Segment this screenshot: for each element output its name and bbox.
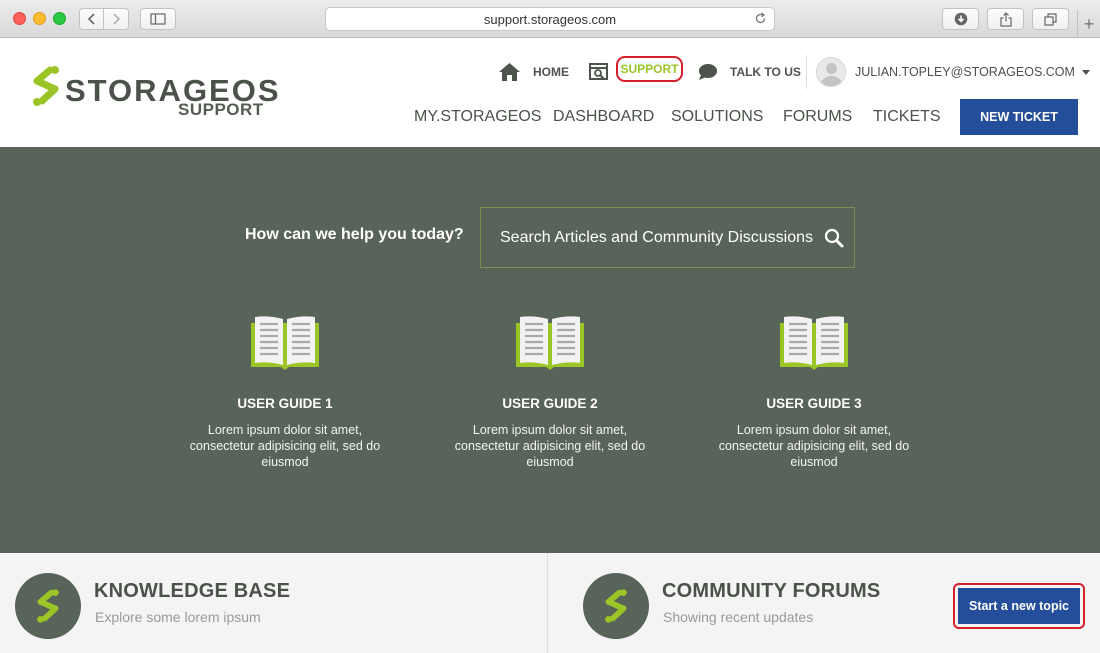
sidebar-icon <box>150 13 166 25</box>
sidebar-button[interactable] <box>140 8 176 30</box>
nav-support[interactable]: SUPPORT <box>616 56 683 82</box>
guide-description: Lorem ipsum dolor sit amet, consectetur … <box>454 423 646 469</box>
browser-toolbar: support.storageos.com + <box>0 0 1100 38</box>
reload-button[interactable] <box>754 12 767 28</box>
search-box[interactable]: Search Articles and Community Discussion… <box>480 207 855 268</box>
nav-dashboard[interactable]: DASHBOARD <box>553 108 654 126</box>
start-new-topic-button[interactable]: Start a new topic <box>958 588 1080 624</box>
bottom-panels: KNOWLEDGE BASE Explore some lorem ipsum … <box>0 553 1100 653</box>
book-icon <box>251 316 319 370</box>
zoom-window-button[interactable] <box>53 12 66 25</box>
nav-tickets[interactable]: TICKETS <box>873 108 941 126</box>
nav-talk-to-us[interactable]: TALK TO US <box>698 60 801 84</box>
storageos-s-icon <box>33 66 59 106</box>
minimize-window-button[interactable] <box>33 12 46 25</box>
user-guide-card[interactable]: USER GUIDE 3 Lorem ipsum dolor sit amet,… <box>704 315 924 470</box>
user-guide-card[interactable]: USER GUIDE 1 Lorem ipsum dolor sit amet,… <box>175 315 395 470</box>
reload-icon <box>755 12 766 24</box>
nav-home[interactable]: HOME <box>498 60 569 84</box>
chat-bubble-icon <box>699 64 717 80</box>
forward-icon <box>113 13 121 25</box>
nav-solutions[interactable]: SOLUTIONS <box>671 108 763 126</box>
hero-section: How can we help you today? Search Articl… <box>0 147 1100 553</box>
share-icon <box>999 11 1012 27</box>
user-menu[interactable]: JULIAN.TOPLEY@STORAGEOS.COM <box>816 56 1090 88</box>
guide-title: USER GUIDE 3 <box>766 396 862 411</box>
user-guide-card[interactable]: USER GUIDE 2 Lorem ipsum dolor sit amet,… <box>440 315 660 470</box>
panel-divider <box>547 553 548 653</box>
url-text: support.storageos.com <box>483 11 617 27</box>
nav-talk-label: TALK TO US <box>730 65 801 79</box>
book-icon <box>780 316 848 370</box>
chevron-down-icon <box>1081 69 1090 75</box>
share-button[interactable] <box>987 8 1024 30</box>
nav-support-label: SUPPORT <box>620 62 679 76</box>
search-input[interactable]: Search Articles and Community Discussion… <box>500 229 816 247</box>
guide-description: Lorem ipsum dolor sit amet, consectetur … <box>189 423 381 469</box>
guide-title: USER GUIDE 2 <box>502 396 598 411</box>
home-icon <box>499 63 520 81</box>
guide-title: USER GUIDE 1 <box>237 396 333 411</box>
new-tab-icon: + <box>1083 14 1095 34</box>
new-tab-button[interactable]: + <box>1077 10 1100 38</box>
logo-subtitle: SUPPORT <box>178 100 264 119</box>
community-forums-logo-icon <box>583 573 649 639</box>
downloads-button[interactable] <box>942 8 979 30</box>
community-forums-subtitle: Showing recent updates <box>663 609 814 625</box>
download-icon <box>954 12 967 26</box>
community-forums-title[interactable]: COMMUNITY FORUMS <box>662 580 880 603</box>
user-email: JULIAN.TOPLEY@STORAGEOS.COM <box>855 65 1075 79</box>
show-tabs-button[interactable] <box>1032 8 1069 30</box>
knowledge-base-title[interactable]: KNOWLEDGE BASE <box>94 580 290 603</box>
tabs-icon <box>1044 12 1057 26</box>
address-bar[interactable]: support.storageos.com <box>325 7 775 31</box>
new-ticket-button[interactable]: NEW TICKET <box>960 99 1078 135</box>
knowledge-base-subtitle: Explore some lorem ipsum <box>95 609 261 625</box>
back-button[interactable] <box>79 8 104 30</box>
search-icon[interactable] <box>824 228 844 248</box>
close-window-button[interactable] <box>13 12 26 25</box>
guide-description: Lorem ipsum dolor sit amet, consectetur … <box>718 423 910 469</box>
knowledge-base-logo-icon <box>15 573 81 639</box>
forward-button[interactable] <box>104 8 129 30</box>
storageos-s-icon <box>37 589 59 623</box>
avatar <box>816 57 846 87</box>
storageos-s-icon <box>605 589 627 623</box>
support-monitor-icon <box>589 62 608 80</box>
help-question: How can we help you today? <box>245 226 464 243</box>
book-icon <box>516 316 584 370</box>
nav-divider <box>806 55 807 89</box>
nav-my-storageos[interactable]: MY.STORAGEOS <box>414 108 541 126</box>
nav-home-label: HOME <box>533 65 569 79</box>
site-header: STORAGEOS SUPPORT HOME SUPPORT TALK TO U… <box>0 38 1100 147</box>
back-icon <box>87 13 95 25</box>
nav-forums[interactable]: FORUMS <box>783 108 852 126</box>
